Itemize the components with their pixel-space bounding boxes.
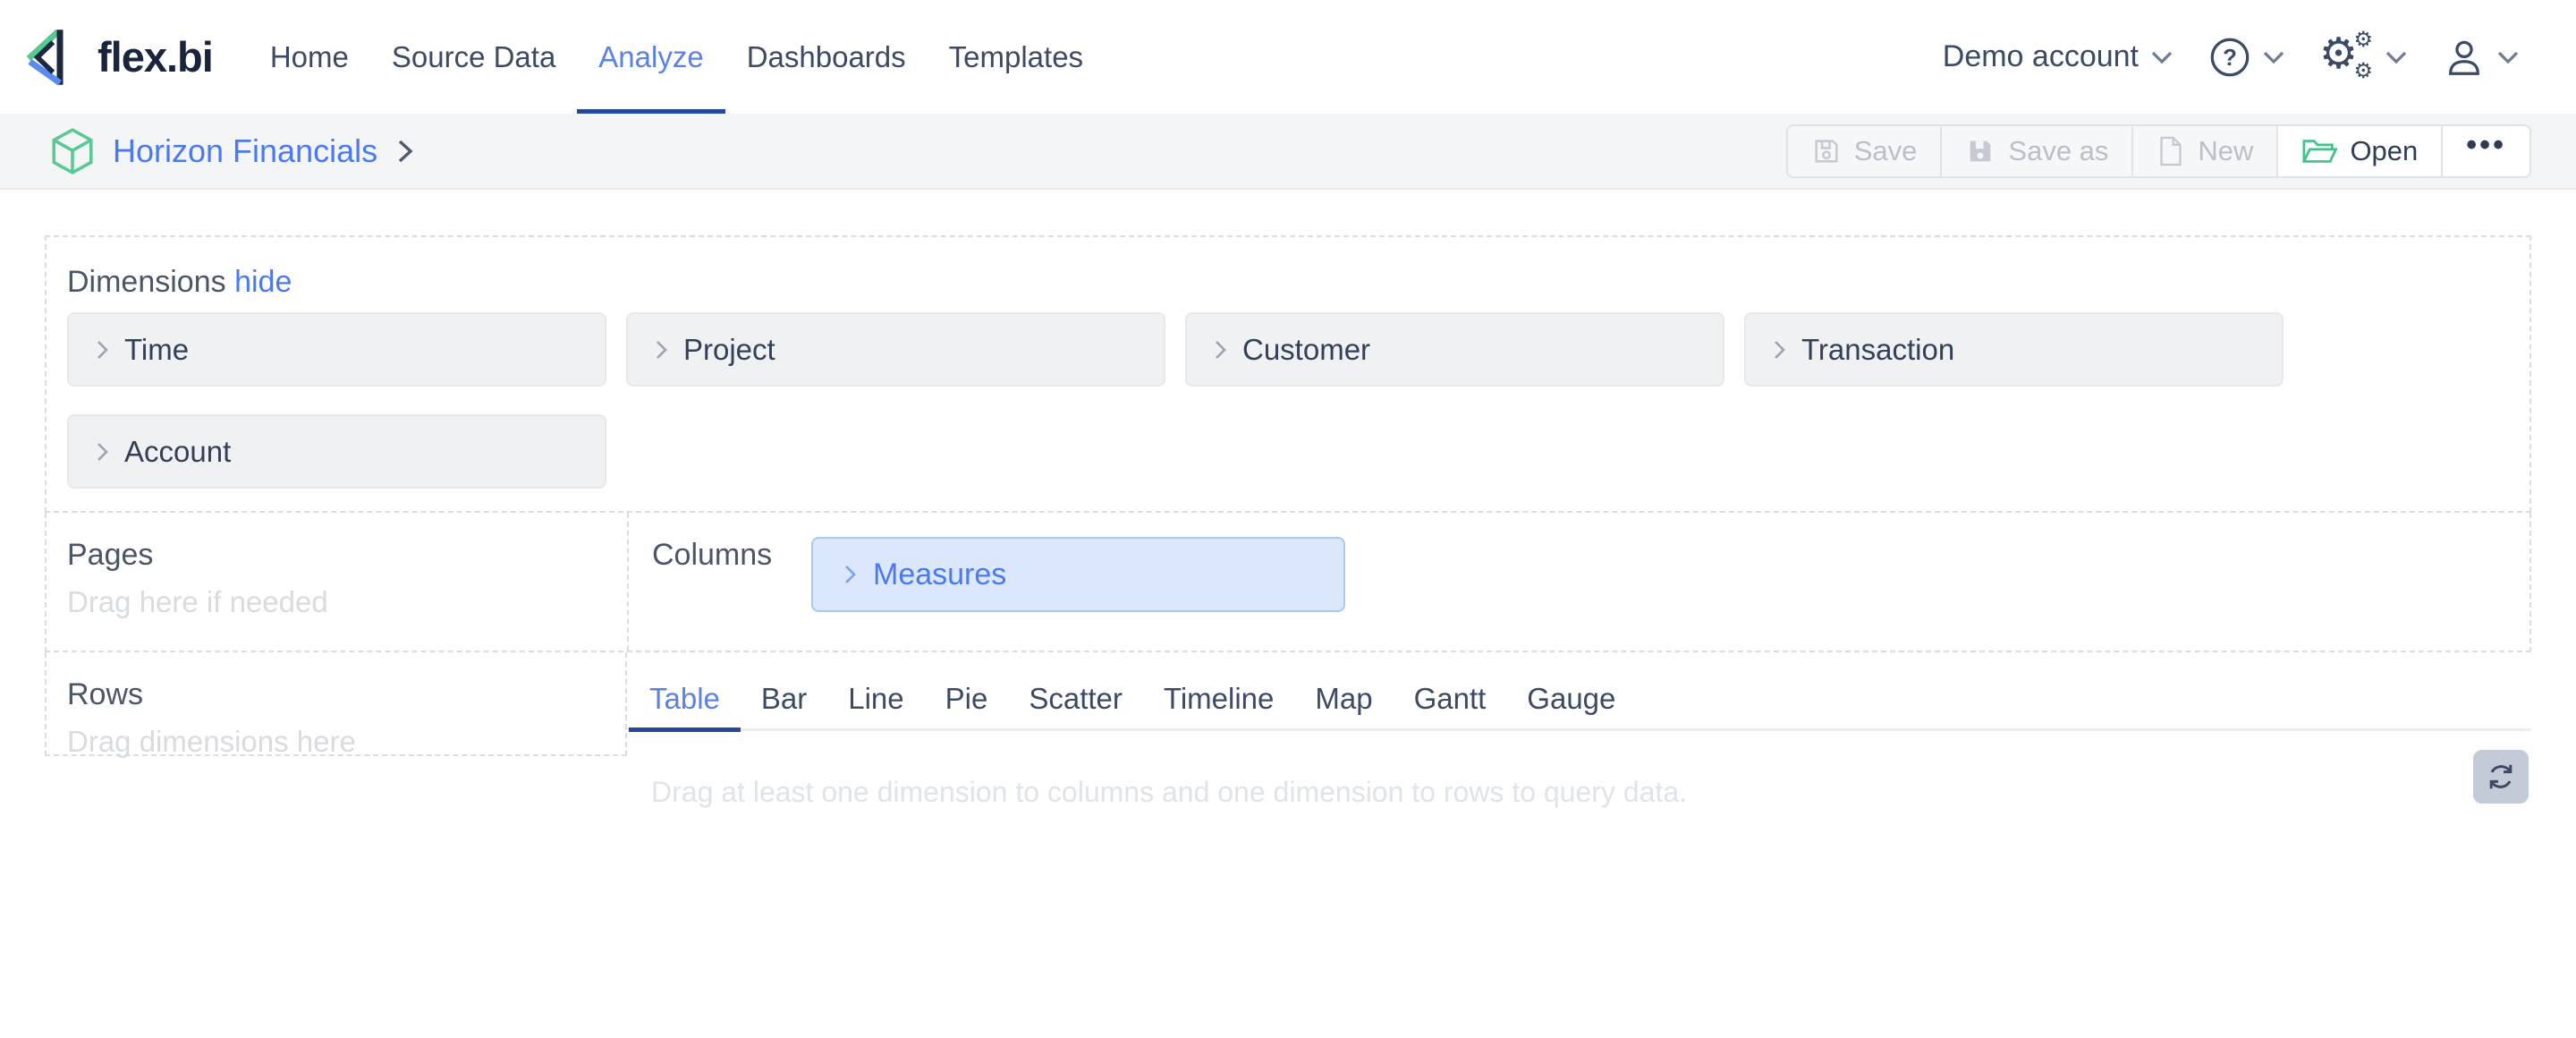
rows-placeholder: Drag dimensions here xyxy=(67,724,625,760)
more-dots-icon: ••• xyxy=(2466,145,2506,157)
hide-dimensions-link[interactable]: hide xyxy=(234,265,292,299)
open-folder-icon xyxy=(2301,136,2337,166)
dimension-chip-account[interactable]: Account xyxy=(67,414,606,489)
user-menu[interactable] xyxy=(2432,36,2531,79)
report-actions: Save Save as New Open ••• xyxy=(1786,124,2531,178)
chart-type-tabs: Table Bar Line Pie Scatter Timeline Map … xyxy=(627,652,2531,731)
brand-name: flex.bi xyxy=(97,32,213,81)
chevron-right-icon xyxy=(96,441,109,463)
cube-icon xyxy=(50,127,95,175)
new-button[interactable]: New xyxy=(2131,124,2278,178)
new-file-icon xyxy=(2157,136,2185,166)
dimension-label: Account xyxy=(124,435,231,469)
dimension-chip-time[interactable]: Time xyxy=(67,312,606,387)
dimension-label: Customer xyxy=(1242,333,1370,367)
save-floppy-icon xyxy=(1811,136,1842,166)
tab-table[interactable]: Table xyxy=(629,652,741,732)
save-as-label: Save as xyxy=(2008,135,2108,167)
more-button[interactable]: ••• xyxy=(2441,124,2531,178)
save-as-floppy-icon xyxy=(1965,136,1996,166)
nav-item-templates[interactable]: Templates xyxy=(928,0,1105,114)
refresh-icon xyxy=(2485,761,2517,793)
columns-title: Columns xyxy=(652,537,781,573)
save-label: Save xyxy=(1854,135,1918,167)
chevron-right-icon xyxy=(843,564,857,585)
user-icon xyxy=(2444,36,2485,79)
gears-icon: ⚙ ⚙ ⚙ xyxy=(2321,32,2373,82)
dimension-chips: Time Project Customer Transaction Accoun… xyxy=(67,312,2509,489)
refresh-button[interactable] xyxy=(2473,750,2529,804)
pages-columns-row: Pages Drag here if needed Columns Measur… xyxy=(45,513,2531,652)
measures-label: Measures xyxy=(873,557,1006,592)
flexbi-logo-icon xyxy=(22,23,85,91)
tab-line[interactable]: Line xyxy=(827,652,924,732)
report-title[interactable]: Horizon Financials xyxy=(113,132,377,170)
chevron-down-icon xyxy=(2496,50,2520,64)
dimension-chip-transaction[interactable]: Transaction xyxy=(1744,312,2284,387)
help-icon: ? xyxy=(2209,37,2250,78)
report-toolbar: Horizon Financials Save Save as xyxy=(0,114,2576,190)
chevron-down-icon xyxy=(2262,50,2285,64)
tab-gantt[interactable]: Gantt xyxy=(1394,652,1507,732)
tab-timeline[interactable]: Timeline xyxy=(1143,652,1294,732)
dimension-label: Transaction xyxy=(1801,333,1954,367)
pages-dropzone[interactable]: Pages Drag here if needed xyxy=(47,513,629,651)
svg-text:?: ? xyxy=(2223,45,2237,70)
account-menu[interactable]: Demo account xyxy=(1931,39,2185,74)
navbar-right: Demo account ? ⚙ ⚙ ⚙ xyxy=(1931,0,2531,114)
dimension-chip-project[interactable]: Project xyxy=(626,312,1165,387)
tab-pie[interactable]: Pie xyxy=(925,652,1009,732)
tab-scatter[interactable]: Scatter xyxy=(1008,652,1143,732)
chevron-down-icon xyxy=(2385,50,2408,64)
nav-item-source-data[interactable]: Source Data xyxy=(370,0,577,114)
nav-item-dashboards[interactable]: Dashboards xyxy=(725,0,928,114)
nav-item-analyze[interactable]: Analyze xyxy=(577,0,724,114)
rows-chart-row: Rows Drag dimensions here Table Bar Line… xyxy=(45,652,2531,809)
tab-bar[interactable]: Bar xyxy=(741,652,827,732)
empty-result-message: Drag at least one dimension to columns a… xyxy=(651,776,2531,809)
chevron-down-icon xyxy=(2150,50,2174,64)
dimension-label: Project xyxy=(683,333,775,367)
dimensions-header: Dimensions hide xyxy=(67,264,2509,300)
chevron-right-icon xyxy=(96,339,109,361)
dimensions-panel: Dimensions hide Time Project Customer Tr… xyxy=(45,235,2531,513)
save-button[interactable]: Save xyxy=(1786,124,1943,178)
chevron-right-icon xyxy=(1773,339,1786,361)
brand[interactable]: flex.bi xyxy=(22,0,213,114)
new-label: New xyxy=(2198,135,2253,167)
account-label: Demo account xyxy=(1943,39,2139,74)
chevron-right-icon xyxy=(655,339,668,361)
open-label: Open xyxy=(2350,135,2418,167)
chart-area: Table Bar Line Pie Scatter Timeline Map … xyxy=(627,652,2531,809)
dimension-label: Time xyxy=(124,333,189,367)
help-menu[interactable]: ? xyxy=(2198,37,2297,78)
save-as-button[interactable]: Save as xyxy=(1940,124,2133,178)
measures-chip[interactable]: Measures xyxy=(811,537,1345,612)
settings-menu[interactable]: ⚙ ⚙ ⚙ xyxy=(2309,32,2419,82)
chevron-right-icon xyxy=(1214,339,1227,361)
main-nav: Home Source Data Analyze Dashboards Temp… xyxy=(249,0,1105,114)
tab-gauge[interactable]: Gauge xyxy=(1506,652,1636,732)
rows-title: Rows xyxy=(67,676,625,712)
analyze-builder: Dimensions hide Time Project Customer Tr… xyxy=(45,235,2531,809)
pages-placeholder: Drag here if needed xyxy=(67,584,627,620)
top-navbar: flex.bi Home Source Data Analyze Dashboa… xyxy=(0,0,2576,114)
tab-map[interactable]: Map xyxy=(1294,652,1393,732)
breadcrumb: Horizon Financials xyxy=(50,127,415,175)
rows-dropzone[interactable]: Rows Drag dimensions here xyxy=(45,652,627,756)
dimension-chip-customer[interactable]: Customer xyxy=(1185,312,1724,387)
columns-dropzone[interactable]: Columns Measures xyxy=(629,513,2529,651)
dimensions-title: Dimensions xyxy=(67,265,226,299)
nav-item-home[interactable]: Home xyxy=(249,0,370,114)
pages-title: Pages xyxy=(67,537,627,573)
open-button[interactable]: Open xyxy=(2276,124,2443,178)
breadcrumb-chevron-icon xyxy=(395,138,415,165)
